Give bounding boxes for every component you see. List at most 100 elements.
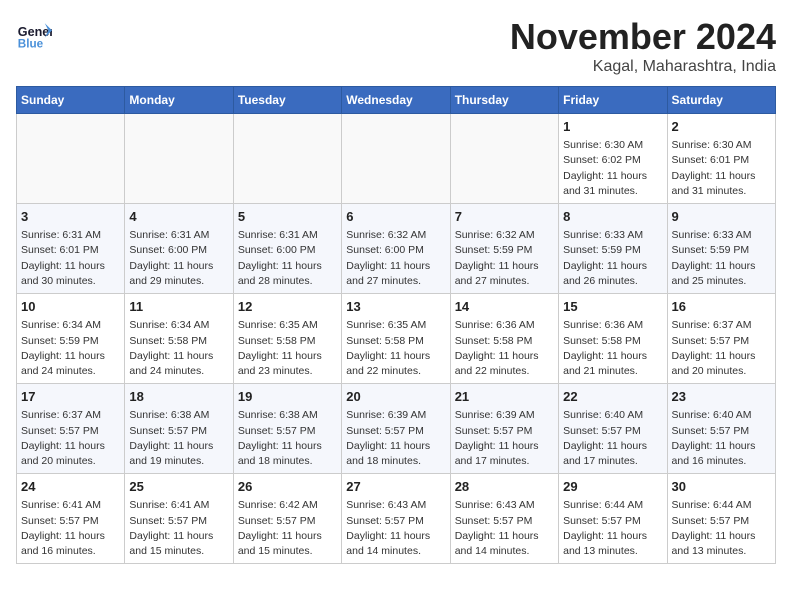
calendar-week-row: 17Sunrise: 6:37 AM Sunset: 5:57 PM Dayli… [17,384,776,474]
calendar-week-row: 1Sunrise: 6:30 AM Sunset: 6:02 PM Daylig… [17,114,776,204]
day-number: 14 [455,298,554,316]
day-info: Sunrise: 6:36 AM Sunset: 5:58 PM Dayligh… [563,318,662,379]
calendar-week-row: 24 Sunrise: 6:41 AM Sunset: 5:57 PM Dayli… [17,474,776,564]
day-info: Sunrise: 6:43 AM Sunset: 5:57 PM Dayligh… [455,498,554,559]
day-info: Sunrise: 6:35 AM Sunset: 5:58 PM Dayligh… [346,318,445,379]
table-row: 17Sunrise: 6:37 AM Sunset: 5:57 PM Dayli… [17,384,125,474]
table-row: 16 Sunrise: 6:37 AM Sunset: 5:57 PM Dayli… [667,294,775,384]
title-block: November 2024 Kagal, Maharashtra, India [510,16,776,76]
day-info: Sunrise: 6:32 AM Sunset: 5:59 PM Dayligh… [455,228,554,289]
table-row: 29 Sunrise: 6:44 AM Sunset: 5:57 PM Dayli… [559,474,667,564]
logo-icon: General Blue [16,16,52,52]
day-info: Sunrise: 6:39 AM Sunset: 5:57 PM Dayligh… [346,408,445,469]
day-number: 24 [21,478,120,496]
table-row: 1Sunrise: 6:30 AM Sunset: 6:02 PM Daylig… [559,114,667,204]
col-sunday: Sunday [17,87,125,114]
table-row: 19 Sunrise: 6:38 AM Sunset: 5:57 PM Dayli… [233,384,341,474]
month-title: November 2024 [510,16,776,58]
day-info: Sunrise: 6:41 AM Sunset: 5:57 PM Dayligh… [21,498,120,559]
table-row: 26 Sunrise: 6:42 AM Sunset: 5:57 PM Dayli… [233,474,341,564]
day-number: 5 [238,208,337,226]
day-info: Sunrise: 6:36 AM Sunset: 5:58 PM Dayligh… [455,318,554,379]
table-row [233,114,341,204]
calendar-week-row: 10Sunrise: 6:34 AM Sunset: 5:59 PM Dayli… [17,294,776,384]
day-info: Sunrise: 6:30 AM Sunset: 6:01 PM Dayligh… [672,138,771,199]
day-number: 8 [563,208,662,226]
table-row: 18Sunrise: 6:38 AM Sunset: 5:57 PM Dayli… [125,384,233,474]
day-number: 2 [672,118,771,136]
location: Kagal, Maharashtra, India [510,58,776,76]
day-number: 25 [129,478,228,496]
table-row: 20 Sunrise: 6:39 AM Sunset: 5:57 PM Dayli… [342,384,450,474]
day-info: Sunrise: 6:40 AM Sunset: 5:57 PM Dayligh… [563,408,662,469]
day-info: Sunrise: 6:32 AM Sunset: 6:00 PM Dayligh… [346,228,445,289]
day-info: Sunrise: 6:34 AM Sunset: 5:59 PM Dayligh… [21,318,120,379]
table-row: 23Sunrise: 6:40 AM Sunset: 5:57 PM Dayli… [667,384,775,474]
day-info: Sunrise: 6:37 AM Sunset: 5:57 PM Dayligh… [672,318,771,379]
day-number: 30 [672,478,771,496]
day-info: Sunrise: 6:43 AM Sunset: 5:57 PM Dayligh… [346,498,445,559]
day-number: 7 [455,208,554,226]
table-row: 27 Sunrise: 6:43 AM Sunset: 5:57 PM Dayli… [342,474,450,564]
table-row: 14 Sunrise: 6:36 AM Sunset: 5:58 PM Dayli… [450,294,558,384]
day-info: Sunrise: 6:35 AM Sunset: 5:58 PM Dayligh… [238,318,337,379]
day-info: Sunrise: 6:40 AM Sunset: 5:57 PM Dayligh… [672,408,771,469]
table-row: 9 Sunrise: 6:33 AM Sunset: 5:59 PM Daylig… [667,204,775,294]
table-row [342,114,450,204]
day-number: 12 [238,298,337,316]
day-number: 29 [563,478,662,496]
col-thursday: Thursday [450,87,558,114]
col-saturday: Saturday [667,87,775,114]
day-info: Sunrise: 6:31 AM Sunset: 6:00 PM Dayligh… [238,228,337,289]
day-number: 26 [238,478,337,496]
day-info: Sunrise: 6:44 AM Sunset: 5:57 PM Dayligh… [563,498,662,559]
day-info: Sunrise: 6:37 AM Sunset: 5:57 PM Dayligh… [21,408,120,469]
day-number: 9 [672,208,771,226]
table-row [17,114,125,204]
day-number: 22 [563,388,662,406]
col-tuesday: Tuesday [233,87,341,114]
table-row: 15Sunrise: 6:36 AM Sunset: 5:58 PM Dayli… [559,294,667,384]
day-info: Sunrise: 6:42 AM Sunset: 5:57 PM Dayligh… [238,498,337,559]
table-row: 4 Sunrise: 6:31 AM Sunset: 6:00 PM Daylig… [125,204,233,294]
day-number: 28 [455,478,554,496]
table-row: 6Sunrise: 6:32 AM Sunset: 6:00 PM Daylig… [342,204,450,294]
day-info: Sunrise: 6:31 AM Sunset: 6:00 PM Dayligh… [129,228,228,289]
day-number: 3 [21,208,120,226]
table-row: 13 Sunrise: 6:35 AM Sunset: 5:58 PM Dayli… [342,294,450,384]
table-row: 25 Sunrise: 6:41 AM Sunset: 5:57 PM Dayli… [125,474,233,564]
table-row: 12 Sunrise: 6:35 AM Sunset: 5:58 PM Dayli… [233,294,341,384]
day-number: 16 [672,298,771,316]
table-row: 28 Sunrise: 6:43 AM Sunset: 5:57 PM Dayli… [450,474,558,564]
day-number: 20 [346,388,445,406]
col-monday: Monday [125,87,233,114]
day-number: 18 [129,388,228,406]
table-row: 3Sunrise: 6:31 AM Sunset: 6:01 PM Daylig… [17,204,125,294]
day-info: Sunrise: 6:33 AM Sunset: 5:59 PM Dayligh… [672,228,771,289]
table-row: 24 Sunrise: 6:41 AM Sunset: 5:57 PM Dayli… [17,474,125,564]
table-row: 11 Sunrise: 6:34 AM Sunset: 5:58 PM Dayli… [125,294,233,384]
day-info: Sunrise: 6:34 AM Sunset: 5:58 PM Dayligh… [129,318,228,379]
svg-text:Blue: Blue [18,38,44,51]
table-row: 22 Sunrise: 6:40 AM Sunset: 5:57 PM Dayli… [559,384,667,474]
table-row: 8 Sunrise: 6:33 AM Sunset: 5:59 PM Daylig… [559,204,667,294]
day-number: 11 [129,298,228,316]
page-header: General Blue General Blue November 2024 … [16,16,776,76]
table-row [125,114,233,204]
table-row: 5 Sunrise: 6:31 AM Sunset: 6:00 PM Daylig… [233,204,341,294]
table-row [450,114,558,204]
table-row: 2 Sunrise: 6:30 AM Sunset: 6:01 PM Daylig… [667,114,775,204]
table-row: 30Sunrise: 6:44 AM Sunset: 5:57 PM Dayli… [667,474,775,564]
day-number: 19 [238,388,337,406]
table-row: 7 Sunrise: 6:32 AM Sunset: 5:59 PM Daylig… [450,204,558,294]
day-info: Sunrise: 6:33 AM Sunset: 5:59 PM Dayligh… [563,228,662,289]
day-info: Sunrise: 6:41 AM Sunset: 5:57 PM Dayligh… [129,498,228,559]
day-number: 27 [346,478,445,496]
col-wednesday: Wednesday [342,87,450,114]
day-info: Sunrise: 6:30 AM Sunset: 6:02 PM Dayligh… [563,138,662,199]
day-info: Sunrise: 6:38 AM Sunset: 5:57 PM Dayligh… [238,408,337,469]
day-info: Sunrise: 6:39 AM Sunset: 5:57 PM Dayligh… [455,408,554,469]
day-number: 13 [346,298,445,316]
day-number: 4 [129,208,228,226]
day-number: 21 [455,388,554,406]
